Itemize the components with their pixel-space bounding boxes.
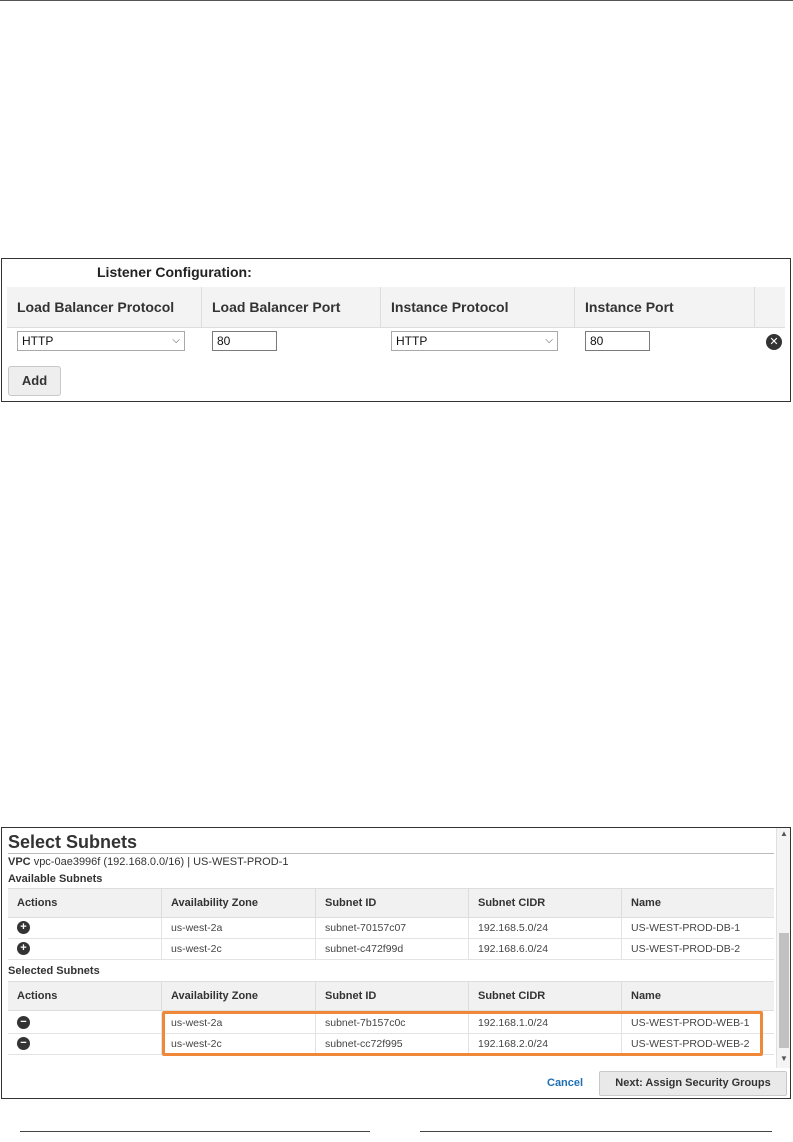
- lb-protocol-select[interactable]: HTTP ⌵: [17, 331, 185, 351]
- top-divider: [0, 0, 793, 1]
- select-subnets-panel: Select Subnets VPC vpc-0ae3996f (192.168…: [1, 827, 791, 1099]
- selected-subnets-label: Selected Subnets: [8, 965, 100, 977]
- available-subnets-label: Available Subnets: [8, 873, 103, 885]
- scrollbar-thumb[interactable]: [779, 933, 789, 1048]
- cidr-cell: 192.168.6.0/24: [469, 939, 622, 959]
- column-subnet-cidr: Subnet CIDR: [469, 889, 622, 917]
- add-listener-button[interactable]: Add: [8, 366, 61, 396]
- plus-circle-icon[interactable]: +: [17, 942, 30, 955]
- instance-protocol-select[interactable]: HTTP ⌵: [391, 331, 558, 351]
- column-actions: Actions: [8, 982, 162, 1010]
- selected-table-header: Actions Availability Zone Subnet ID Subn…: [8, 981, 774, 1011]
- column-lb-protocol: Load Balancer Protocol: [7, 287, 202, 327]
- column-name: Name: [631, 990, 661, 1002]
- actions-cell: −: [8, 1013, 162, 1033]
- column-instance-protocol: Instance Protocol: [381, 287, 575, 327]
- actions-cell: +: [8, 918, 162, 938]
- column-availability-zone: Availability Zone: [162, 982, 316, 1010]
- column-subnet-id: Subnet ID: [316, 889, 469, 917]
- title-divider: [8, 853, 774, 854]
- next-assign-security-groups-button[interactable]: Next: Assign Security Groups: [599, 1071, 787, 1096]
- actions-cell: +: [8, 939, 162, 959]
- cancel-button[interactable]: Cancel: [547, 1077, 583, 1089]
- table-row: + us-west-2c subnet-c472f99d 192.168.6.0…: [8, 939, 774, 960]
- zone-cell: us-west-2c: [162, 939, 316, 959]
- remove-circle-icon[interactable]: ✕: [766, 334, 782, 350]
- column-subnet-id: Subnet ID: [316, 982, 469, 1010]
- subnet-id-cell: subnet-70157c07: [316, 918, 469, 938]
- plus-circle-icon[interactable]: +: [17, 921, 30, 934]
- column-actions: Actions: [8, 889, 162, 917]
- table-row: + us-west-2a subnet-70157c07 192.168.5.0…: [8, 918, 774, 939]
- instance-port-input[interactable]: 80: [585, 331, 650, 351]
- scroll-down-icon[interactable]: ▼: [777, 1053, 790, 1065]
- listener-title: Listener Configuration:: [97, 264, 252, 280]
- subnet-id-cell: subnet-c472f99d: [316, 939, 469, 959]
- column-availability-zone: Availability Zone: [162, 889, 316, 917]
- page-title: Select Subnets: [8, 832, 138, 852]
- cidr-cell: 192.168.5.0/24: [469, 918, 622, 938]
- vertical-scrollbar[interactable]: ▲ ▼: [776, 828, 790, 1068]
- listener-row: HTTP ⌵ 80 HTTP ⌵ 80 ✕: [7, 328, 785, 356]
- scroll-up-icon[interactable]: ▲: [777, 828, 790, 840]
- zone-cell: us-west-2a: [162, 918, 316, 938]
- chevron-down-icon: ⌵: [545, 335, 553, 346]
- footer-divider-left: [20, 1131, 370, 1132]
- lb-port-input[interactable]: 80: [212, 331, 277, 351]
- column-lb-port: Load Balancer Port: [202, 287, 381, 327]
- vpc-label: VPC: [8, 856, 31, 868]
- lb-protocol-value: HTTP: [22, 334, 54, 348]
- listener-configuration-panel: Listener Configuration: Load Balancer Pr…: [1, 258, 791, 402]
- instance-protocol-value: HTTP: [396, 334, 428, 348]
- column-name: Name: [631, 897, 661, 909]
- selected-subnets-highlight: [162, 1011, 763, 1056]
- name-cell: US-WEST-PROD-DB-1: [631, 922, 741, 934]
- actions-cell: −: [8, 1034, 162, 1054]
- minus-circle-icon[interactable]: −: [17, 1037, 30, 1050]
- column-instance-port: Instance Port: [575, 287, 755, 327]
- vpc-value: vpc-0ae3996f (192.168.0.0/16) | US-WEST-…: [33, 856, 289, 868]
- chevron-down-icon: ⌵: [172, 335, 180, 346]
- footer-divider-right: [420, 1131, 772, 1132]
- listener-table-header: Load Balancer Protocol Load Balancer Por…: [7, 287, 785, 328]
- vpc-info: VPC vpc-0ae3996f (192.168.0.0/16) | US-W…: [8, 856, 288, 868]
- available-table-header: Actions Availability Zone Subnet ID Subn…: [8, 888, 774, 918]
- column-subnet-cidr: Subnet CIDR: [469, 982, 622, 1010]
- name-cell: US-WEST-PROD-DB-2: [631, 943, 741, 955]
- minus-circle-icon[interactable]: −: [17, 1016, 30, 1029]
